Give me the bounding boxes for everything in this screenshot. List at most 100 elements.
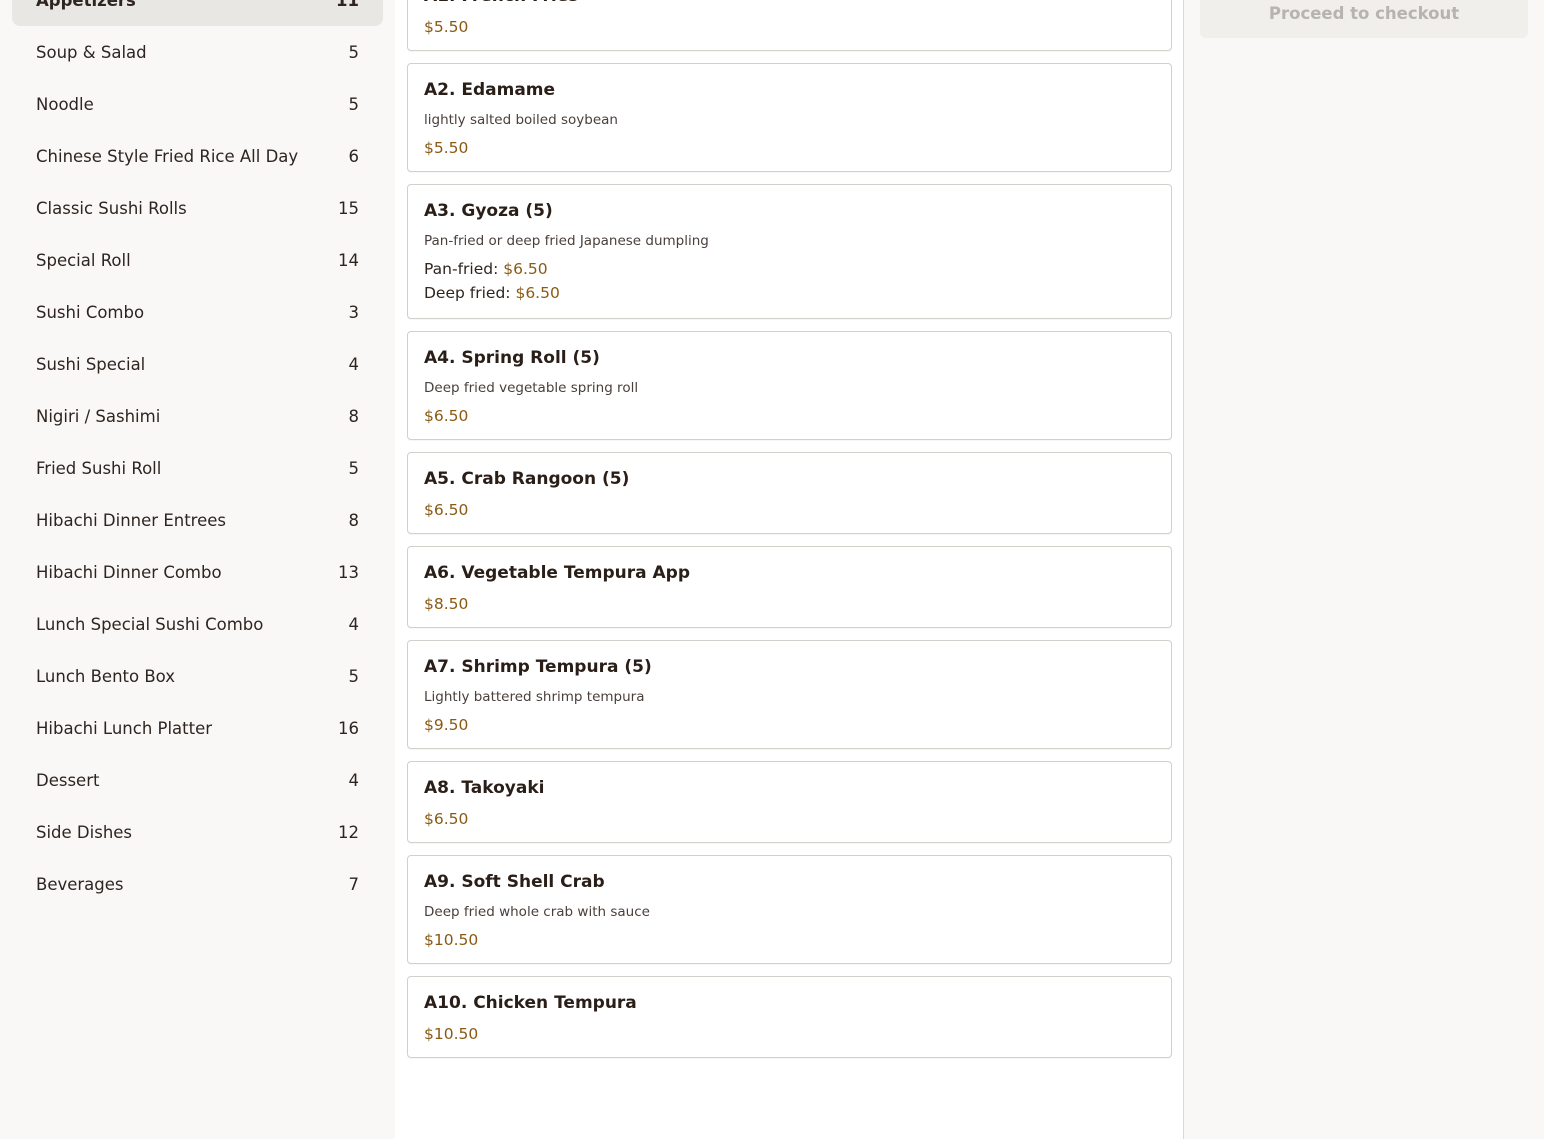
- menu-item-price: $10.50: [424, 1025, 479, 1043]
- sidebar-item-label: Classic Sushi Rolls: [36, 198, 187, 218]
- menu-item-options: Pan-fried: $6.50 Deep fried: $6.50: [424, 257, 1155, 305]
- menu-item-card[interactable]: A7. Shrimp Tempura (5) Lightly battered …: [407, 640, 1172, 749]
- sidebar-item-count: 8: [348, 406, 360, 426]
- sidebar-item-label: Noodle: [36, 94, 94, 114]
- menu-item-card[interactable]: A6. Vegetable Tempura App $8.50: [407, 546, 1172, 628]
- sidebar-item-fried-sushi-roll[interactable]: Fried Sushi Roll 5: [12, 442, 383, 494]
- menu-panel: A1. French Fries $5.50 A2. Edamame light…: [395, 0, 1184, 1139]
- sidebar-item-noodle[interactable]: Noodle 5: [12, 78, 383, 130]
- sidebar-item-label: Side Dishes: [36, 822, 133, 842]
- sidebar-item-hibachi-lunch-platter[interactable]: Hibachi Lunch Platter 16: [12, 702, 383, 754]
- sidebar-item-label: Special Roll: [36, 250, 131, 270]
- sidebar-item-count: 4: [348, 770, 360, 790]
- menu-item-card[interactable]: A3. Gyoza (5) Pan-fried or deep fried Ja…: [407, 184, 1172, 319]
- menu-item-description: Deep fried whole crab with sauce: [424, 904, 650, 920]
- sidebar-item-special-roll[interactable]: Special Roll 14: [12, 234, 383, 286]
- menu-item-price: $6.50: [424, 810, 469, 828]
- sidebar-item-label: Soup & Salad: [36, 42, 147, 62]
- menu-item-name: A3. Gyoza (5): [424, 201, 553, 221]
- sidebar-item-label: Hibachi Dinner Entrees: [36, 510, 226, 530]
- sidebar-item-label: Lunch Bento Box: [36, 666, 176, 686]
- option-price: $6.50: [503, 260, 548, 278]
- menu-item-option: Deep fried: $6.50: [424, 281, 1155, 305]
- menu-item-price: $5.50: [424, 139, 469, 157]
- sidebar-item-count: 4: [348, 354, 360, 374]
- sidebar-item-count: 15: [338, 198, 359, 218]
- sidebar-item-sushi-special[interactable]: Sushi Special 4: [12, 338, 383, 390]
- sidebar-item-label: Hibachi Dinner Combo: [36, 562, 222, 582]
- menu-item-name: A5. Crab Rangoon (5): [424, 469, 630, 489]
- sidebar-item-label: Sushi Combo: [36, 302, 145, 322]
- menu-item-list: A1. French Fries $5.50 A2. Edamame light…: [407, 0, 1172, 1070]
- sidebar-item-count: 14: [338, 250, 359, 270]
- menu-item-name: A10. Chicken Tempura: [424, 993, 637, 1013]
- sidebar-item-label: Hibachi Lunch Platter: [36, 718, 213, 738]
- menu-item-card[interactable]: A4. Spring Roll (5) Deep fried vegetable…: [407, 331, 1172, 440]
- option-label: Pan-fried:: [424, 260, 499, 278]
- sidebar-item-nigiri-sashimi[interactable]: Nigiri / Sashimi 8: [12, 390, 383, 442]
- sidebar-item-count: 11: [336, 0, 359, 10]
- sidebar-item-label: Fried Sushi Roll: [36, 458, 162, 478]
- menu-item-option: Pan-fried: $6.50: [424, 257, 1155, 281]
- menu-item-description: Lightly battered shrimp tempura: [424, 689, 645, 705]
- menu-item-name: A1. French Fries: [424, 0, 1155, 8]
- menu-item-description: lightly salted boiled soybean: [424, 112, 618, 128]
- sidebar-item-count: 7: [348, 874, 360, 894]
- category-sidebar: Appetizers 11 Soup & Salad 5 Noodle 5 Ch…: [12, 0, 383, 910]
- menu-item-price: $9.50: [424, 716, 469, 734]
- sidebar-item-count: 4: [348, 614, 360, 634]
- sidebar-item-side-dishes[interactable]: Side Dishes 12: [12, 806, 383, 858]
- menu-item-name: A7. Shrimp Tempura (5): [424, 657, 652, 677]
- menu-item-name: A6. Vegetable Tempura App: [424, 563, 690, 583]
- sidebar-item-classic-sushi-rolls[interactable]: Classic Sushi Rolls 15: [12, 182, 383, 234]
- sidebar-item-fried-rice[interactable]: Chinese Style Fried Rice All Day 6: [12, 130, 383, 182]
- sidebar-item-label: Lunch Special Sushi Combo: [36, 614, 264, 634]
- sidebar-item-dessert[interactable]: Dessert 4: [12, 754, 383, 806]
- sidebar-item-hibachi-dinner-combo[interactable]: Hibachi Dinner Combo 13: [12, 546, 383, 598]
- sidebar-item-count: 6: [348, 146, 360, 166]
- sidebar-item-count: 8: [348, 510, 360, 530]
- option-price: $6.50: [515, 284, 560, 302]
- sidebar-item-label: Nigiri / Sashimi: [36, 406, 161, 426]
- menu-item-card[interactable]: A2. Edamame lightly salted boiled soybea…: [407, 63, 1172, 172]
- sidebar-item-label: Chinese Style Fried Rice All Day: [36, 146, 299, 166]
- menu-item-card[interactable]: A8. Takoyaki $6.50: [407, 761, 1172, 843]
- sidebar-item-label: Dessert: [36, 770, 100, 790]
- cart-panel: Proceed to checkout: [1200, 0, 1528, 38]
- menu-item-price: $5.50: [424, 18, 469, 36]
- sidebar-item-count: 16: [338, 718, 359, 738]
- sidebar-item-beverages[interactable]: Beverages 7: [12, 858, 383, 910]
- menu-item-card[interactable]: A5. Crab Rangoon (5) $6.50: [407, 452, 1172, 534]
- sidebar-item-count: 12: [338, 822, 359, 842]
- sidebar-item-lunch-bento-box[interactable]: Lunch Bento Box 5: [12, 650, 383, 702]
- sidebar-item-label: Beverages: [36, 874, 124, 894]
- menu-item-card[interactable]: A1. French Fries $5.50: [407, 0, 1172, 51]
- sidebar-item-sushi-combo[interactable]: Sushi Combo 3: [12, 286, 383, 338]
- menu-item-name: A9. Soft Shell Crab: [424, 872, 605, 892]
- menu-item-name: A2. Edamame: [424, 80, 556, 100]
- menu-item-card[interactable]: A10. Chicken Tempura $10.50: [407, 976, 1172, 1058]
- sidebar-item-appetizers[interactable]: Appetizers 11: [12, 0, 383, 26]
- sidebar-item-count: 13: [338, 562, 359, 582]
- sidebar-item-label: Sushi Special: [36, 354, 146, 374]
- proceed-to-checkout-button[interactable]: Proceed to checkout: [1200, 0, 1528, 38]
- option-label: Deep fried:: [424, 284, 511, 302]
- sidebar-item-count: 5: [348, 458, 360, 478]
- sidebar-item-soup-salad[interactable]: Soup & Salad 5: [12, 26, 383, 78]
- sidebar-item-count: 5: [348, 42, 360, 62]
- menu-item-price: $8.50: [424, 595, 469, 613]
- menu-item-name: A4. Spring Roll (5): [424, 348, 600, 368]
- sidebar-item-count: 3: [348, 302, 360, 322]
- sidebar-item-label: Appetizers: [36, 0, 136, 10]
- menu-item-card[interactable]: A9. Soft Shell Crab Deep fried whole cra…: [407, 855, 1172, 964]
- sidebar-item-hibachi-dinner-entrees[interactable]: Hibachi Dinner Entrees 8: [12, 494, 383, 546]
- menu-item-name: A8. Takoyaki: [424, 778, 545, 798]
- sidebar-item-count: 5: [348, 666, 360, 686]
- menu-item-price: $6.50: [424, 501, 469, 519]
- menu-item-price: $6.50: [424, 407, 469, 425]
- menu-item-price: $10.50: [424, 931, 479, 949]
- menu-item-description: Pan-fried or deep fried Japanese dumplin…: [424, 233, 709, 249]
- menu-item-description: Deep fried vegetable spring roll: [424, 380, 639, 396]
- sidebar-item-count: 5: [348, 94, 360, 114]
- sidebar-item-lunch-special-sushi-combo[interactable]: Lunch Special Sushi Combo 4: [12, 598, 383, 650]
